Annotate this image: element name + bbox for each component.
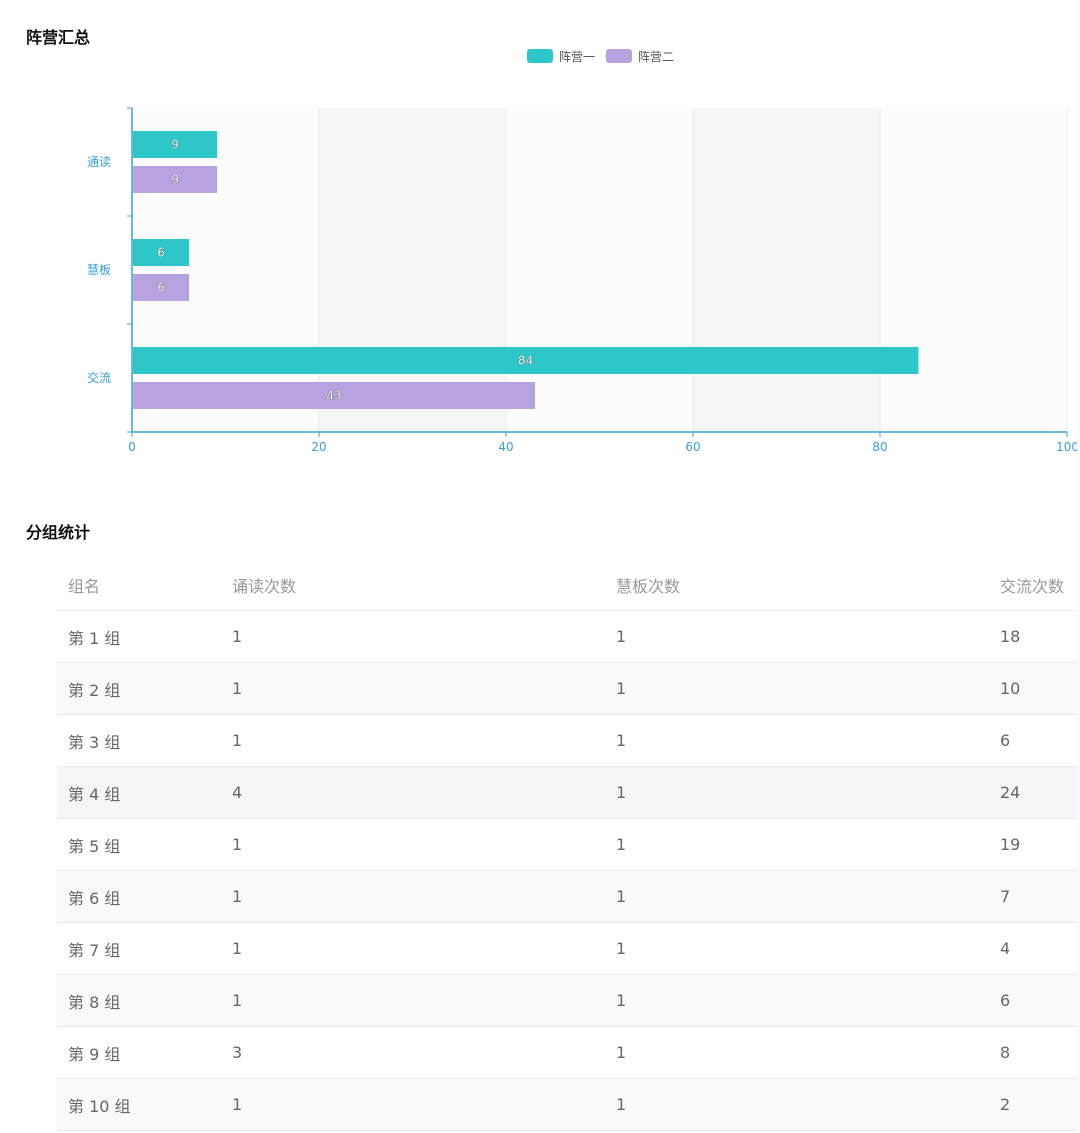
group-name-cell: 第 4 组 <box>57 766 221 819</box>
exchange-count-cell: 24 <box>989 766 1080 819</box>
grid-band <box>693 108 880 432</box>
group-name-cell: 第 7 组 <box>57 922 221 975</box>
bar-data-label: 9 <box>171 173 179 187</box>
group-name-cell: 第 9 组 <box>57 1026 221 1079</box>
table-header-row: 组名 诵读次数 慧板次数 交流次数 <box>57 559 1080 611</box>
bar-data-label: 84 <box>518 354 533 368</box>
group-name-cell: 第 8 组 <box>57 974 221 1027</box>
bar-chart: 通读 9 9 慧板 6 6 交流 84 43 0 20 40 60 80 100 <box>87 107 1079 454</box>
x-axis-tick-label: 60 <box>685 440 700 454</box>
board-count-cell: 1 <box>605 922 989 975</box>
x-axis-tick-label: 20 <box>311 440 326 454</box>
read-count-cell: 1 <box>221 1078 605 1131</box>
board-count-cell: 1 <box>605 818 989 871</box>
exchange-count-cell: 19 <box>989 818 1080 871</box>
x-axis-tick-label: 0 <box>128 440 136 454</box>
table-body: 第 1 组 1 1 18 第 2 组 1 1 10 第 3 组116第 4 组 4 1 24 第 5 组… <box>57 610 1080 1131</box>
x-axis-tick-label: 100 <box>1056 440 1079 454</box>
column-header-exchange-count[interactable]: 交流次数 <box>989 559 1080 611</box>
column-header-read-count[interactable]: 诵读次数 <box>221 559 605 611</box>
group-name-cell: 第 5 组 <box>57 818 221 871</box>
read-count-cell: 1 <box>221 974 605 1027</box>
bar-data-label: 9 <box>171 138 179 152</box>
group-name-cell: 第 3 组 <box>57 714 221 767</box>
x-axis-tick-label: 80 <box>872 440 887 454</box>
exchange-count-cell: 8 <box>989 1026 1080 1079</box>
table-section-title: 分组统计 <box>26 523 91 542</box>
read-count-cell: 1 <box>221 610 605 663</box>
group-stats-table: 组名 诵读次数 慧板次数 交流次数 第 1 组 1 1 18 第 2 组 1 1 10 第 3 … <box>57 559 1080 1131</box>
board-count-cell: 1 <box>605 662 989 715</box>
x-axis-tick-label: 40 <box>498 440 513 454</box>
table-row[interactable]: 第 10 组112 <box>57 1078 1080 1131</box>
exchange-count-cell: 10 <box>989 662 1080 715</box>
table-row[interactable]: 第 4 组 4 1 24 <box>57 766 1080 819</box>
table-row[interactable]: 第 2 组 1 1 10 <box>57 662 1080 715</box>
read-count-cell: 1 <box>221 922 605 975</box>
exchange-count-cell: 6 <box>989 974 1080 1027</box>
read-count-cell: 1 <box>221 714 605 767</box>
group-name-cell: 第 10 组 <box>57 1078 221 1131</box>
read-count-cell: 1 <box>221 870 605 923</box>
exchange-count-cell: 2 <box>989 1078 1080 1131</box>
exchange-count-cell: 6 <box>989 714 1080 767</box>
board-count-cell: 1 <box>605 1078 989 1131</box>
column-header-group[interactable]: 组名 <box>57 559 221 611</box>
exchange-count-cell: 18 <box>989 610 1080 663</box>
table-row[interactable]: 第 3 组116 <box>57 714 1080 767</box>
read-count-cell: 3 <box>221 1026 605 1079</box>
y-axis-category-label: 通读 <box>87 155 111 169</box>
read-count-cell: 1 <box>221 818 605 871</box>
table-row[interactable]: 第 6 组117 <box>57 870 1080 923</box>
read-count-cell: 1 <box>221 662 605 715</box>
bar-data-label: 43 <box>326 389 341 403</box>
column-header-board-count[interactable]: 慧板次数 <box>605 559 989 611</box>
board-count-cell: 1 <box>605 870 989 923</box>
table-row[interactable]: 第 5 组 1 1 19 <box>57 818 1080 871</box>
exchange-count-cell: 4 <box>989 922 1080 975</box>
exchange-count-cell: 7 <box>989 870 1080 923</box>
group-name-cell: 第 6 组 <box>57 870 221 923</box>
table-row[interactable]: 第 9 组318 <box>57 1026 1080 1079</box>
bar-data-label: 6 <box>157 281 165 295</box>
y-axis-category-label: 慧板 <box>87 262 111 277</box>
y-axis-category-label: 交流 <box>87 370 111 385</box>
grid-band <box>880 108 1067 432</box>
board-count-cell: 1 <box>605 974 989 1027</box>
table-row[interactable]: 第 1 组 1 1 18 <box>57 610 1080 663</box>
board-count-cell: 1 <box>605 610 989 663</box>
board-count-cell: 1 <box>605 766 989 819</box>
read-count-cell: 4 <box>221 766 605 819</box>
bar-data-label: 6 <box>157 246 165 260</box>
board-count-cell: 1 <box>605 1026 989 1079</box>
table-row[interactable]: 第 7 组114 <box>57 922 1080 975</box>
group-name-cell: 第 2 组 <box>57 662 221 715</box>
table-row[interactable]: 第 8 组116 <box>57 974 1080 1027</box>
board-count-cell: 1 <box>605 714 989 767</box>
group-name-cell: 第 1 组 <box>57 610 221 663</box>
